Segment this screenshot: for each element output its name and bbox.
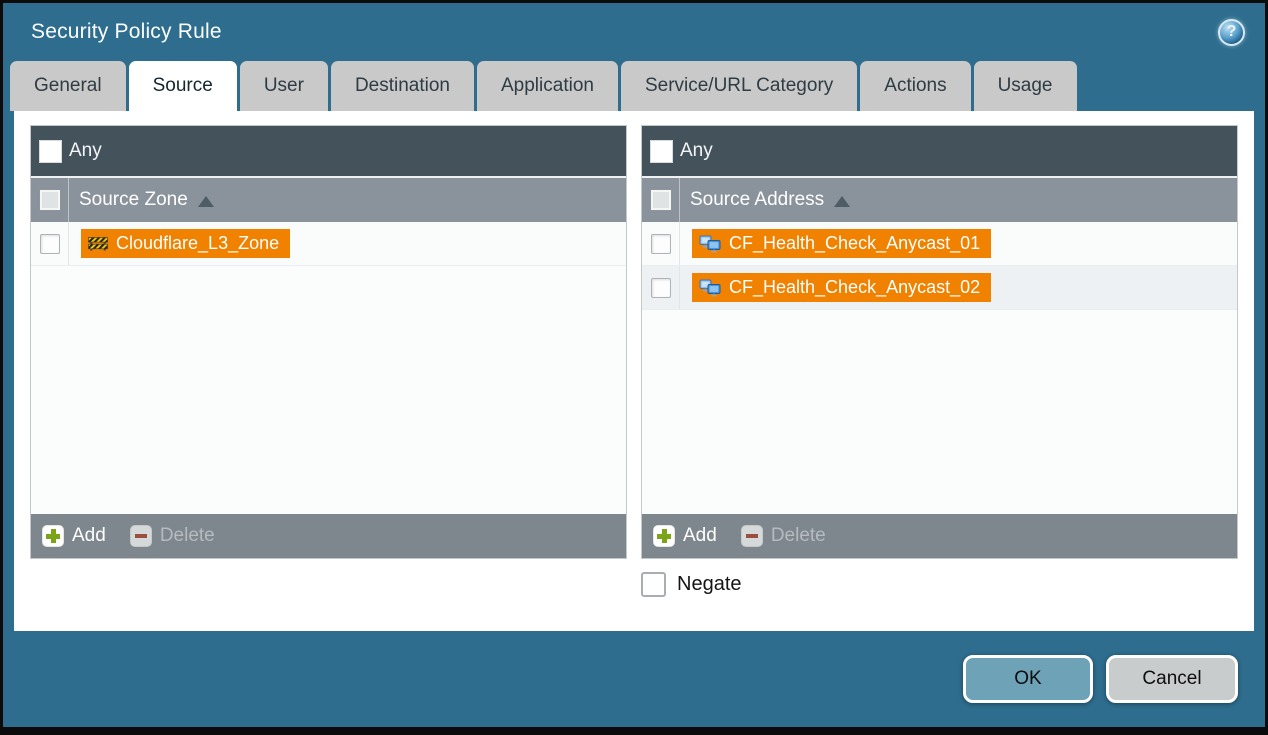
source-zone-any-checkbox[interactable]: [39, 140, 62, 163]
add-button[interactable]: Add: [653, 525, 717, 547]
security-policy-rule-dialog: Security Policy Rule ? General Source Us…: [0, 0, 1268, 735]
dialog-title: Security Policy Rule: [31, 20, 222, 44]
source-address-column-label: Source Address: [690, 189, 824, 211]
source-zone-panel: Any Source Zone: [30, 125, 627, 559]
table-row[interactable]: CF_Health_Check_Anycast_02: [642, 266, 1237, 310]
tab-source[interactable]: Source: [129, 61, 237, 111]
source-address-panel: Any Source Address: [641, 125, 1238, 559]
address-icon: [699, 279, 721, 297]
negate-label: Negate: [677, 573, 742, 596]
add-button[interactable]: Add: [42, 525, 106, 547]
delete-button[interactable]: Delete: [130, 525, 215, 547]
source-zone-list: Cloudflare_L3_Zone: [31, 222, 626, 514]
plus-icon: [653, 525, 675, 547]
tab-application[interactable]: Application: [477, 61, 618, 111]
ok-button[interactable]: OK: [963, 655, 1093, 703]
dialog-footer: OK Cancel: [3, 631, 1265, 727]
tab-destination[interactable]: Destination: [331, 61, 474, 111]
tab-general[interactable]: General: [10, 61, 126, 111]
source-address-list: CF_Health_Check_Anycast_01: [642, 222, 1237, 514]
tab-user[interactable]: User: [240, 61, 328, 111]
source-zone-toolbar: Add Delete: [31, 514, 626, 558]
sort-ascending-icon: [834, 196, 850, 207]
address-chip-label: CF_Health_Check_Anycast_02: [729, 277, 980, 298]
zone-chip-label: Cloudflare_L3_Zone: [116, 233, 279, 254]
source-zone-any-label: Any: [69, 140, 102, 162]
delete-button[interactable]: Delete: [741, 525, 826, 547]
source-zone-any-row: Any: [31, 126, 626, 176]
cancel-button[interactable]: Cancel: [1106, 655, 1238, 703]
address-chip[interactable]: CF_Health_Check_Anycast_02: [692, 273, 991, 302]
source-address-toolbar: Add Delete: [642, 514, 1237, 558]
source-address-any-checkbox[interactable]: [650, 140, 673, 163]
source-address-column-header[interactable]: Source Address: [642, 176, 1237, 222]
source-zone-column-header[interactable]: Source Zone: [31, 176, 626, 222]
address-chip[interactable]: CF_Health_Check_Anycast_01: [692, 229, 991, 258]
tab-bar: General Source User Destination Applicat…: [3, 61, 1265, 111]
row-checkbox[interactable]: [40, 234, 60, 254]
source-address-select-all-checkbox[interactable]: [651, 190, 671, 210]
negate-checkbox[interactable]: [641, 572, 666, 597]
negate-spacer: [30, 572, 627, 597]
address-icon: [699, 235, 721, 253]
plus-icon: [42, 525, 64, 547]
negate-row: Negate: [30, 572, 1238, 597]
table-row[interactable]: CF_Health_Check_Anycast_01: [642, 222, 1237, 266]
titlebar: Security Policy Rule ?: [3, 3, 1265, 61]
help-icon[interactable]: ?: [1218, 19, 1245, 46]
source-address-any-label: Any: [680, 140, 713, 162]
row-checkbox[interactable]: [651, 278, 671, 298]
row-checkbox[interactable]: [651, 234, 671, 254]
sort-ascending-icon: [198, 196, 214, 207]
minus-icon: [130, 525, 152, 547]
source-address-any-row: Any: [642, 126, 1237, 176]
tab-actions[interactable]: Actions: [860, 61, 970, 111]
table-row[interactable]: Cloudflare_L3_Zone: [31, 222, 626, 266]
minus-icon: [741, 525, 763, 547]
tab-service-url-category[interactable]: Service/URL Category: [621, 61, 857, 111]
source-zone-column-label: Source Zone: [79, 189, 188, 211]
source-tab-content: Any Source Zone: [14, 111, 1254, 631]
tab-usage[interactable]: Usage: [974, 61, 1077, 111]
zone-icon: [88, 236, 108, 251]
source-zone-select-all-checkbox[interactable]: [40, 190, 60, 210]
address-chip-label: CF_Health_Check_Anycast_01: [729, 233, 980, 254]
zone-chip[interactable]: Cloudflare_L3_Zone: [81, 229, 290, 258]
